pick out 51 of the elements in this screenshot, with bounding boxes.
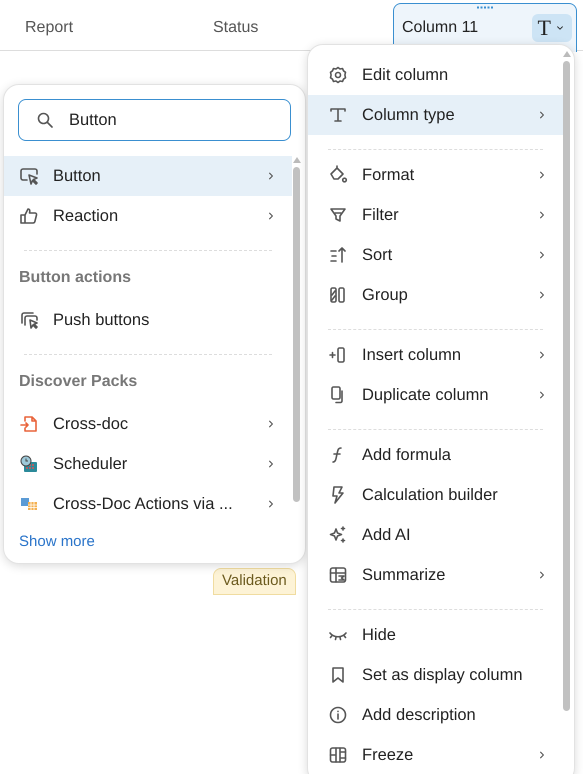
column-header[interactable]: Report [25, 16, 74, 40]
tag: Validation [213, 568, 296, 594]
filter-icon [328, 205, 348, 225]
menu-item[interactable]: Sort [308, 235, 563, 275]
menu-item[interactable]: Add AI [308, 515, 563, 555]
scrollbar-thumb[interactable] [293, 167, 300, 502]
scrollbar-thumb[interactable] [563, 61, 570, 711]
menu-item[interactable]: Hide [308, 615, 563, 655]
menu-item[interactable]: Summarize [308, 555, 563, 595]
menu-item[interactable]: Column type [308, 95, 563, 135]
drag-handle-icon[interactable] [476, 6, 494, 9]
letter-t-icon [328, 105, 348, 125]
menu-item[interactable]: Freeze [308, 735, 563, 774]
column-title: Column 11 [402, 18, 480, 38]
menu-item[interactable]: Insert column [308, 335, 563, 375]
menu-item[interactable]: Scheduler [4, 444, 292, 484]
show-more-link[interactable]: Show more [4, 524, 292, 554]
column-header[interactable]: Status [213, 16, 258, 40]
sort-icon [328, 245, 348, 265]
search-field[interactable]: Button [18, 99, 291, 141]
menu-item[interactable]: Format [308, 155, 563, 195]
gear-icon [328, 65, 348, 85]
thumbs-up-icon [19, 206, 39, 226]
freeze-column-icon [328, 745, 348, 765]
section-heading: Discover Packs [18, 372, 138, 392]
menu-item[interactable]: Push buttons [4, 300, 292, 340]
menu-item[interactable]: Button [4, 156, 292, 196]
menu-item[interactable]: Filter [308, 195, 563, 235]
document-arrow-icon [19, 414, 39, 434]
menu-item[interactable]: Set as display column [308, 655, 563, 695]
column-type-button[interactable]: T [532, 14, 572, 42]
columns-icon [328, 285, 348, 305]
menu-item[interactable]: Add formula [308, 435, 563, 475]
insert-column-icon [328, 345, 348, 365]
paint-bucket-icon [328, 165, 348, 185]
menu-item[interactable]: Cross-doc [4, 404, 292, 444]
menu-item[interactable]: Add description [308, 695, 563, 735]
menu-item[interactable]: Calculation builder [308, 475, 563, 515]
cursor-click-icon [19, 166, 39, 186]
menu-item[interactable]: Group [308, 275, 563, 315]
menu-item[interactable]: Reaction [4, 196, 292, 236]
info-icon [328, 705, 348, 725]
menu-item[interactable]: Edit column [308, 55, 563, 95]
table-sum-icon [328, 565, 348, 585]
search-icon [35, 110, 55, 130]
clock-calendar-icon [19, 454, 39, 474]
menu-item[interactable]: Cross-Doc Actions via ... [4, 484, 292, 524]
cursor-stack-icon [19, 310, 39, 330]
section-heading: Button actions [18, 268, 132, 288]
menu-item[interactable]: Duplicate column [308, 375, 563, 415]
sparkle-icon [328, 525, 348, 545]
